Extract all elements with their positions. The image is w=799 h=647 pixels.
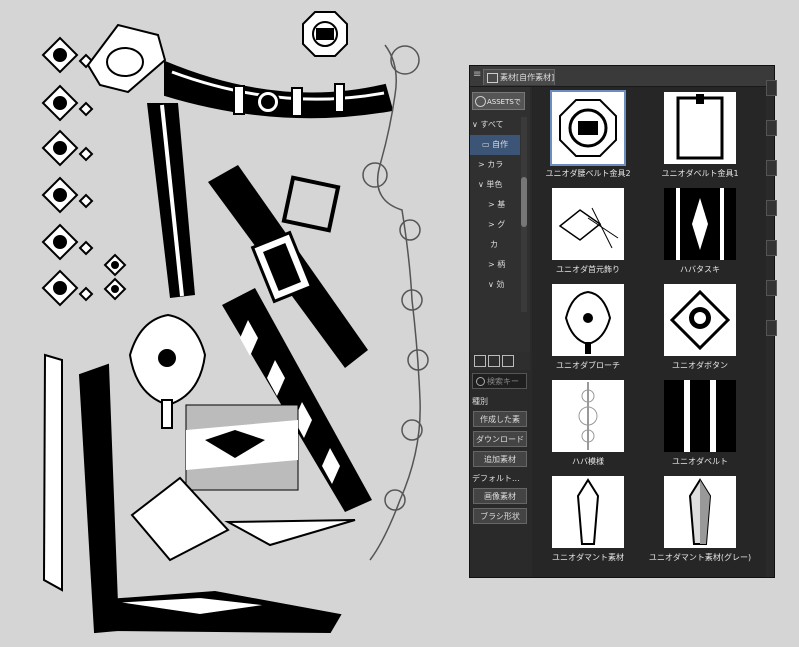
tree-item[interactable] <box>470 315 520 335</box>
asset-label: ユニオダボタン <box>672 361 728 370</box>
dock-tab[interactable] <box>766 120 777 136</box>
comic-panel <box>185 404 299 491</box>
asset-label: ハバタスキ <box>680 265 720 274</box>
dock-tab[interactable] <box>766 80 777 96</box>
asset-label: ユニオダベルト金具1 <box>661 169 739 178</box>
tree-item-label: グ <box>497 220 506 229</box>
tree-expander-icon[interactable]: > <box>488 220 497 229</box>
asset-card[interactable]: ユニオダベルト <box>646 380 754 474</box>
type-heading: 種別 <box>472 397 488 406</box>
tree-item-label: 効 <box>496 280 505 289</box>
lace-pattern-icon[interactable] <box>552 380 624 452</box>
tree-item[interactable]: ∨ 効 <box>470 275 520 295</box>
asset-card[interactable]: ユニオダブローチ <box>534 284 642 378</box>
edit-icon[interactable] <box>502 355 514 367</box>
right-dock-strip <box>766 80 777 500</box>
asset-grid: ユニオダ腰ベルト金具2 ユニオダベルト金具1 ユニオダ首元飾り ハバタスキユニオダブロ… <box>532 87 766 577</box>
search-input[interactable]: 検索キー <box>472 373 527 389</box>
belt-buckle-round-icon[interactable] <box>550 90 626 166</box>
asset-card[interactable]: ユニオダ首元飾り <box>534 188 642 282</box>
tree-item[interactable]: > 基 <box>470 195 520 215</box>
brooch-icon[interactable] <box>552 284 624 356</box>
belt-stripes-icon[interactable] <box>664 380 736 452</box>
tree-item-label: カ <box>490 240 498 249</box>
hamburger-icon[interactable]: ≡ <box>473 69 481 80</box>
tree-scrollbar[interactable] <box>521 117 527 312</box>
asset-label: ハバ模様 <box>572 457 604 466</box>
asset-label: ユニオダ腰ベルト金具2 <box>545 169 631 178</box>
tree-item-label: 自作 <box>492 140 509 149</box>
asset-label: ユニオダマント素材(グレー) <box>648 553 752 562</box>
asset-label: ユニオダ首元飾り <box>556 265 620 274</box>
filter-button[interactable]: 追加素材 <box>473 451 527 467</box>
assets-label: ASSETSで <box>487 98 521 106</box>
tree-item[interactable]: ∨ 単色 <box>470 175 520 195</box>
mantle-crystal-icon[interactable] <box>552 476 624 548</box>
asset-card[interactable]: ハバ模様 <box>534 380 642 474</box>
assets-icon <box>475 96 486 107</box>
asset-label: ユニオダマント素材 <box>552 553 624 562</box>
dock-tab[interactable] <box>766 160 777 176</box>
dock-tab[interactable] <box>766 320 777 336</box>
asset-card[interactable]: ユニオダ腰ベルト金具2 <box>534 90 642 186</box>
dock-tab[interactable] <box>766 240 777 256</box>
tree-item-label: 基 <box>497 200 506 209</box>
dock-tab[interactable] <box>766 280 777 296</box>
mantle-crystal-grey-icon[interactable] <box>664 476 736 548</box>
tab-material-custom[interactable]: 素材[自作素材] <box>483 69 555 85</box>
filter-button[interactable]: ブラシ形状 <box>473 508 527 524</box>
neck-ornament-icon[interactable] <box>552 188 624 260</box>
button-diamond-icon[interactable] <box>664 284 736 356</box>
default-heading: デフォルト... <box>472 474 520 483</box>
asset-card[interactable]: ハバタスキ <box>646 188 754 282</box>
belt-buckle-square-icon[interactable] <box>664 92 736 164</box>
asset-card[interactable]: ユニオダマント素材(グレー) <box>646 476 754 570</box>
search-placeholder: 検索キー <box>487 377 519 386</box>
tab-label: 素材[自作素材] <box>500 73 555 82</box>
tree-expander-icon[interactable]: > <box>478 160 487 169</box>
tree-item-label: カラ <box>487 160 504 169</box>
search-icon <box>476 377 485 386</box>
tree-item[interactable]: > カラ <box>470 155 520 175</box>
asset-label: ユニオダブローチ <box>556 361 620 370</box>
tree-scroll-thumb[interactable] <box>521 177 527 227</box>
filter-button[interactable]: ダウンロード <box>473 431 527 447</box>
asset-card[interactable]: ユニオダベルト金具1 <box>646 92 754 186</box>
tree-item-label: 柄 <box>497 260 506 269</box>
material-panel: ≡ 素材[自作素材] ASSETSで ∨ すべて ▭ 自作 > カラ ∨ 単色 > 基 >… <box>469 65 775 578</box>
tree-item[interactable]: ∨ すべて <box>470 115 520 135</box>
filter-button[interactable]: 画像素材 <box>473 488 527 504</box>
canvas-artwork[interactable] <box>0 0 470 647</box>
folder-icon <box>487 73 498 83</box>
assets-button[interactable]: ASSETSで <box>472 92 525 110</box>
tree-expander-icon[interactable]: ▭ <box>482 140 492 149</box>
tree-item[interactable]: > グ <box>470 215 520 235</box>
sash-pattern-icon[interactable] <box>664 188 736 260</box>
folder-add-icon[interactable] <box>488 355 500 367</box>
asset-label: ユニオダベルト <box>672 457 728 466</box>
tree-item[interactable] <box>470 295 520 315</box>
tree-item-label: 単色 <box>486 180 503 189</box>
filter-button[interactable]: 作成した素 <box>473 411 527 427</box>
dock-tab[interactable] <box>766 200 777 216</box>
tree-item[interactable]: カ <box>470 235 520 255</box>
tree-item[interactable]: ▭ 自作 <box>470 135 520 155</box>
round-badge <box>302 11 348 57</box>
asset-card[interactable]: ユニオダボタン <box>646 284 754 378</box>
tree-expander-icon[interactable]: > <box>488 260 497 269</box>
tree-toolbar <box>470 352 530 370</box>
material-tree: ASSETSで ∨ すべて ▭ 自作 > カラ ∨ 単色 > 基 > グ カ > 柄 ∨ 効 <box>470 87 530 352</box>
tree-expander-icon[interactable]: > <box>488 200 497 209</box>
new-folder-icon[interactable] <box>474 355 486 367</box>
tree-item[interactable]: > 柄 <box>470 255 520 275</box>
tree-item-label: すべて <box>480 120 504 129</box>
asset-card[interactable]: ユニオダマント素材 <box>534 476 642 570</box>
panel-titlebar: ≡ 素材[自作素材] <box>470 66 774 87</box>
